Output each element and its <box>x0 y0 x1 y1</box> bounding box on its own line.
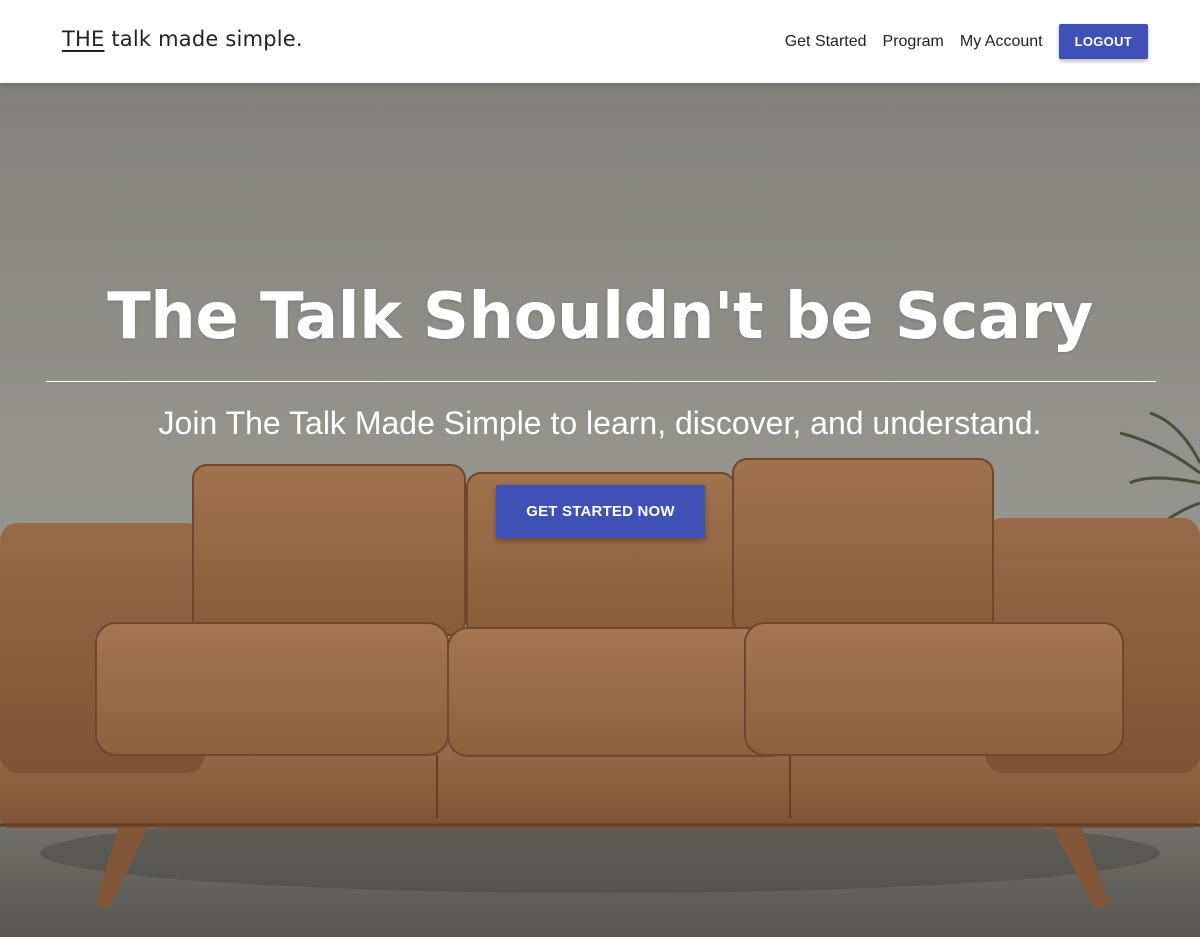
site-logo[interactable]: THE talk made simple. <box>62 27 303 51</box>
hero-divider <box>46 381 1156 382</box>
top-navbar: THE talk made simple. Get Started Progra… <box>0 0 1200 83</box>
logo-the: THE <box>62 27 105 51</box>
nav-link-get-started[interactable]: Get Started <box>785 33 867 51</box>
hero-title: The Talk Shouldn't be Scary <box>107 280 1093 354</box>
hero-section: The Talk Shouldn't be Scary Join The Tal… <box>0 83 1200 937</box>
logout-button[interactable]: LOGOUT <box>1058 24 1148 59</box>
nav-links: Get Started Program My Account LOGOUT <box>769 24 1148 59</box>
nav-link-my-account[interactable]: My Account <box>960 33 1043 51</box>
get-started-now-button[interactable]: GET STARTED NOW <box>496 485 705 538</box>
nav-link-program[interactable]: Program <box>883 33 944 51</box>
hero-subtitle: Join The Talk Made Simple to learn, disc… <box>158 405 1042 441</box>
logo-text: talk made simple. <box>104 27 303 51</box>
